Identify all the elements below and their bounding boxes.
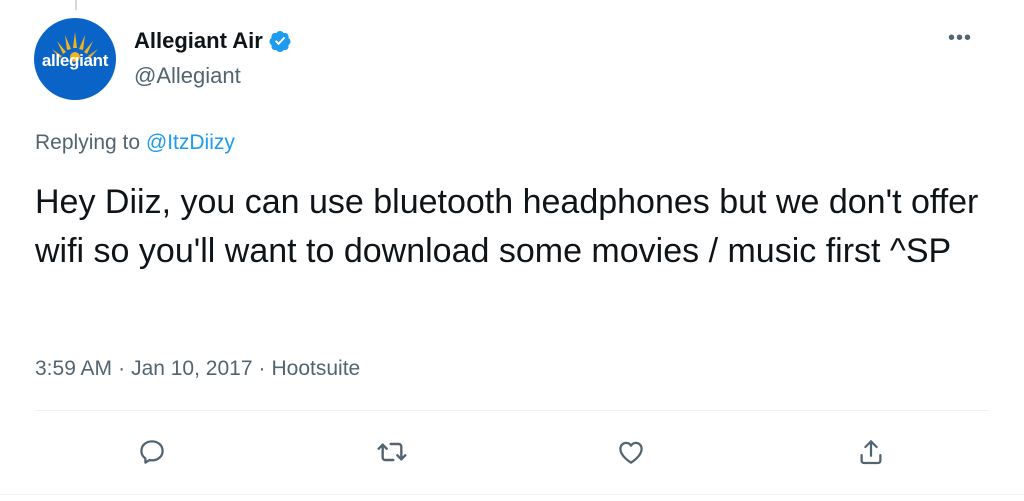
verified-badge-icon	[268, 29, 292, 53]
thread-connector-line	[75, 0, 77, 10]
more-options-button[interactable]: •••	[948, 28, 972, 48]
avatar-logo-text: allegiant	[41, 51, 109, 70]
tweet-source-link[interactable]: Hootsuite	[272, 357, 361, 380]
bottom-border	[0, 494, 1024, 495]
share-button[interactable]	[849, 430, 893, 474]
meta-separator: ·	[118, 357, 126, 380]
reply-button[interactable]	[130, 430, 174, 474]
avatar[interactable]: allegiant	[34, 18, 116, 100]
reply-mention-link[interactable]: @ItzDiizy	[146, 131, 235, 154]
tweet-actions-bar	[0, 430, 1024, 478]
replying-to-line: Replying to @ItzDiizy	[35, 131, 235, 155]
tweet-meta: 3:59 AM · Jan 10, 2017 · Hootsuite	[35, 357, 360, 381]
tweet-time[interactable]: 3:59 AM	[35, 357, 112, 380]
heart-icon	[619, 441, 643, 464]
like-button[interactable]	[609, 430, 653, 474]
retweet-button[interactable]	[370, 430, 414, 474]
tweet-date[interactable]: Jan 10, 2017	[131, 357, 252, 380]
comment-icon	[140, 440, 164, 464]
divider	[35, 410, 989, 411]
share-icon	[860, 440, 882, 465]
author-display-name[interactable]: Allegiant Air	[134, 28, 292, 54]
meta-separator: ·	[258, 357, 266, 380]
tweet-text: Hey Diiz, you can use bluetooth headphon…	[35, 183, 979, 270]
display-name-text: Allegiant Air	[134, 28, 263, 53]
author-handle[interactable]: @Allegiant	[134, 63, 241, 89]
replying-to-label: Replying to	[35, 131, 141, 154]
retweet-icon	[377, 442, 407, 462]
